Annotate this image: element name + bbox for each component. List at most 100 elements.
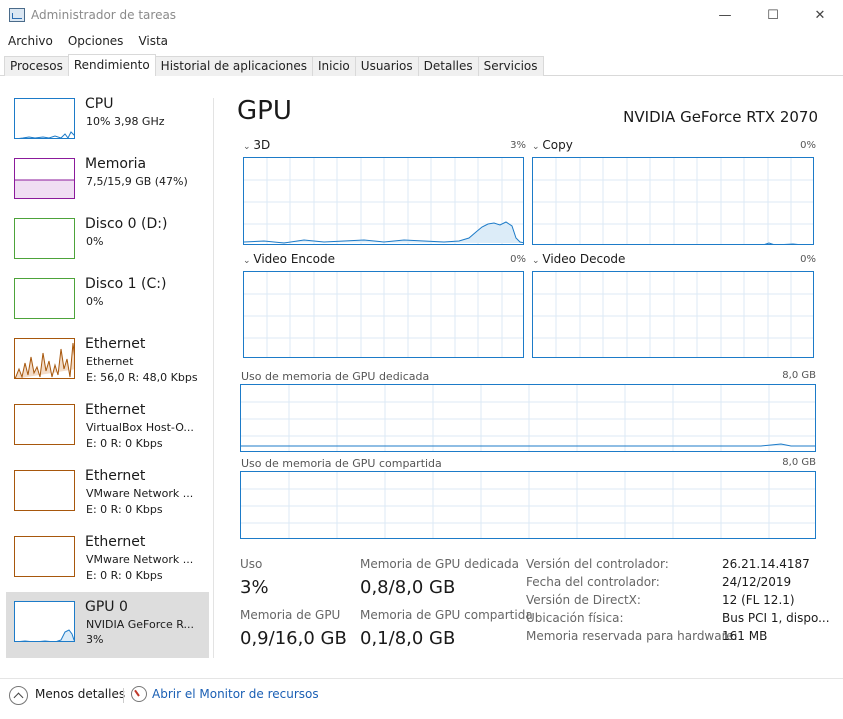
menu-bar: Archivo Opciones Vista: [0, 32, 175, 50]
graph-video-encode-plot: [244, 272, 523, 357]
tab-inicio[interactable]: Inicio: [312, 56, 356, 76]
reserved-memory-label: Memoria reservada para hardware:: [526, 629, 738, 643]
menu-archivo[interactable]: Archivo: [0, 32, 60, 50]
dedicated-gpu-memory-value: 0,8/8,0 GB: [360, 577, 456, 598]
resource-monitor-icon[interactable]: [131, 686, 147, 702]
dedicated-gpu-memory-label: Memoria de GPU dedicada: [360, 557, 520, 571]
graph-3d-selector[interactable]: ⌄ 3D: [243, 138, 270, 152]
disk-thumbnail-graph: [14, 278, 75, 319]
shared-memory-plot: [241, 472, 815, 538]
sidebar-item-title: Ethernet: [85, 468, 146, 484]
sidebar-item-subtitle: VirtualBox Host-O...: [86, 421, 194, 434]
graph-3d-plot: [244, 158, 523, 244]
disk-thumbnail-graph: [14, 218, 75, 259]
sidebar-item-ethernet-virtualbox[interactable]: Ethernet VirtualBox Host-O... E: 0 R: 0 …: [6, 398, 209, 462]
graph-video-decode-selector[interactable]: ⌄ Video Decode: [532, 252, 625, 266]
graph-3d-percent: 3%: [510, 140, 526, 151]
directx-version-label: Versión de DirectX:: [526, 593, 641, 607]
sidebar-item-memoria[interactable]: Memoria 7,5/15,9 GB (47%): [6, 152, 209, 216]
directx-version-value: 12 (FL 12.1): [722, 593, 795, 607]
dedicated-memory-label: Uso de memoria de GPU dedicada: [241, 370, 430, 383]
driver-date-label: Fecha del controlador:: [526, 575, 660, 589]
sidebar-item-ethernet-vmware-1[interactable]: Ethernet VMware Network ... E: 0 R: 0 Kb…: [6, 464, 209, 528]
graph-video-encode-selector[interactable]: ⌄ Video Encode: [243, 252, 335, 266]
footer-divider: [123, 688, 124, 703]
title-bar: Administrador de tareas — ☐ ✕: [0, 0, 843, 30]
open-resource-monitor-link[interactable]: Abrir el Monitor de recursos: [152, 687, 319, 701]
chevron-up-icon[interactable]: [9, 686, 28, 705]
graph-copy-percent: 0%: [800, 140, 816, 151]
chevron-down-icon: ⌄: [532, 142, 543, 152]
tab-servicios[interactable]: Servicios: [477, 56, 544, 76]
sidebar-item-title: Ethernet: [85, 336, 146, 352]
chevron-down-icon: ⌄: [532, 256, 543, 266]
less-details-button[interactable]: Menos detalles: [35, 687, 125, 701]
uso-label: Uso: [240, 557, 263, 571]
dedicated-memory-plot: [241, 385, 815, 451]
ethernet-thumbnail-graph: [14, 536, 75, 577]
graph-video-decode-plot: [533, 272, 813, 357]
shared-memory-label: Uso de memoria de GPU compartida: [241, 457, 442, 470]
sidebar-item-subtitle: 0%: [86, 235, 104, 248]
sidebar-item-subtitle: VMware Network ...: [86, 487, 194, 500]
sidebar-item-title: Disco 1 (C:): [85, 276, 167, 292]
sidebar-item-rate: E: 56,0 R: 48,0 Kbps: [86, 371, 198, 384]
graph-video-decode-percent: 0%: [800, 254, 816, 265]
sidebar-item-disco-0[interactable]: Disco 0 (D:) 0%: [6, 212, 209, 276]
dedicated-memory-graph: [240, 384, 816, 452]
minimize-button[interactable]: —: [702, 0, 748, 30]
cpu-thumbnail-graph: [14, 98, 75, 139]
graph-copy-plot: [533, 158, 813, 244]
task-manager-icon: [9, 8, 25, 22]
window-title: Administrador de tareas: [31, 8, 177, 22]
uso-value: 3%: [240, 577, 269, 598]
graph-video-encode: [243, 271, 524, 358]
sidebar-item-cpu[interactable]: CPU 10% 3,98 GHz: [6, 92, 209, 156]
chevron-down-icon: ⌄: [243, 142, 254, 152]
sidebar-item-ethernet[interactable]: Ethernet Ethernet E: 56,0 R: 48,0 Kbps: [6, 332, 209, 396]
tab-usuarios[interactable]: Usuarios: [354, 56, 419, 76]
maximize-icon: ☐: [767, 7, 779, 23]
sidebar-item-title: Disco 0 (D:): [85, 216, 168, 232]
shared-gpu-memory-label: Memoria de GPU compartida: [360, 608, 533, 622]
sidebar-item-subtitle: 7,5/15,9 GB (47%): [86, 175, 188, 188]
graph-video-encode-label: Video Encode: [253, 252, 335, 266]
menu-opciones[interactable]: Opciones: [60, 32, 131, 50]
sidebar-item-subtitle: 0%: [86, 295, 104, 308]
graph-3d: [243, 157, 524, 245]
driver-date-value: 24/12/2019: [722, 575, 792, 589]
tab-rendimiento[interactable]: Rendimiento: [67, 54, 156, 76]
memory-thumbnail-graph: [14, 158, 75, 199]
tab-historial[interactable]: Historial de aplicaciones: [154, 56, 314, 76]
graph-copy-selector[interactable]: ⌄ Copy: [532, 138, 573, 152]
menu-vista[interactable]: Vista: [130, 32, 175, 50]
sidebar-item-subtitle: 10% 3,98 GHz: [86, 115, 165, 128]
gpu-memory-value: 0,9/16,0 GB: [240, 628, 347, 649]
sidebar-item-title: Ethernet: [85, 534, 146, 550]
sidebar-item-rate: E: 0 R: 0 Kbps: [86, 569, 163, 582]
sidebar-item-title: GPU 0: [85, 599, 128, 615]
tab-procesos[interactable]: Procesos: [4, 56, 69, 76]
sidebar-item-title: Memoria: [85, 156, 147, 172]
tab-detalles[interactable]: Detalles: [417, 56, 479, 76]
close-button[interactable]: ✕: [797, 0, 843, 30]
page-title: GPU: [237, 96, 292, 126]
graph-copy-label: Copy: [542, 138, 573, 152]
sidebar-item-subtitle: VMware Network ...: [86, 553, 194, 566]
physical-location-label: Ubicación física:: [526, 611, 624, 625]
sidebar: CPU 10% 3,98 GHz Memoria 7,5/15,9 GB (47…: [0, 80, 214, 678]
sidebar-item-gpu-0[interactable]: GPU 0 NVIDIA GeForce R... 3%: [6, 592, 209, 658]
graph-copy: [532, 157, 814, 245]
sidebar-item-rate: E: 0 R: 0 Kbps: [86, 437, 163, 450]
minimize-icon: —: [718, 7, 732, 23]
sidebar-item-subtitle: Ethernet: [86, 355, 134, 368]
sidebar-item-disco-1[interactable]: Disco 1 (C:) 0%: [6, 272, 209, 336]
maximize-button[interactable]: ☐: [750, 0, 796, 30]
gpu-memory-label: Memoria de GPU: [240, 608, 341, 622]
graph-3d-label: 3D: [253, 138, 271, 152]
ethernet-thumbnail-graph: [14, 338, 75, 379]
graph-video-encode-percent: 0%: [510, 254, 526, 265]
sidebar-item-subtitle: NVIDIA GeForce R...: [86, 618, 195, 631]
sidebar-item-ethernet-vmware-2[interactable]: Ethernet VMware Network ... E: 0 R: 0 Kb…: [6, 530, 209, 594]
sidebar-item-title: Ethernet: [85, 402, 146, 418]
